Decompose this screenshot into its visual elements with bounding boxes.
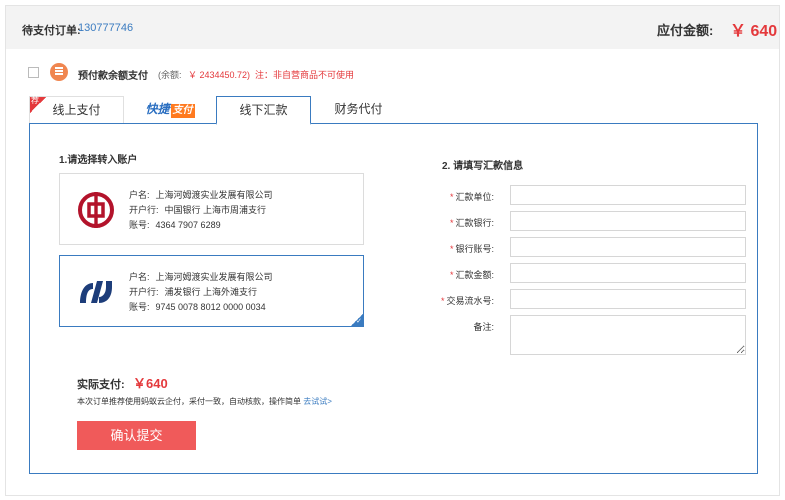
tab-finance-payment-label: 财务代付 <box>334 102 383 116</box>
quick-pay-logo-icon: 快捷 支付 <box>145 101 195 118</box>
remark-textarea[interactable] <box>510 315 746 355</box>
remark-label-text: 备注: <box>473 322 494 332</box>
wallet-icon <box>50 63 68 81</box>
recommend-tip-text: 本次订单推荐使用蚂蚁云企付，采付一致，自动核款，操作简单 <box>77 397 304 406</box>
prepay-title: 预付款余额支付 <box>78 71 148 82</box>
account-number: 4364 7907 6289 <box>155 220 221 230</box>
bank-account-label-text: 银行账号: <box>455 244 494 254</box>
amount-due-value: ￥ 640 <box>730 23 778 40</box>
account-name: 上海河姆渡实业发展有限公司 <box>155 272 273 282</box>
required-mark: * <box>449 218 454 228</box>
tab-offline-transfer[interactable]: 线下汇款 <box>216 96 311 125</box>
tab-online-payment-label: 线上支付 <box>52 103 101 117</box>
order-label: 待支付订单: <box>22 25 81 37</box>
account-number-key: 账号: <box>129 302 150 312</box>
remit-amount-label-text: 汇款金额: <box>455 270 494 280</box>
serial-number-input[interactable] <box>510 289 746 309</box>
amount-due-label: 应付金额: <box>657 23 714 38</box>
selected-check-icon: ✓ <box>351 314 363 326</box>
remitter-input[interactable] <box>510 185 746 205</box>
account-name: 上海河姆渡实业发展有限公司 <box>155 190 273 200</box>
account-bank: 浦发银行 上海外滩支行 <box>164 287 258 297</box>
actual-payment-value: ￥640 <box>133 376 168 391</box>
prepay-option: 预付款余额支付 (余额: ￥ 2434450.72) 注：非自营商品不可使用 <box>28 63 728 85</box>
form-row-serial: * 交易流水号: <box>420 289 750 311</box>
required-mark: * <box>449 244 454 254</box>
remit-bank-input[interactable] <box>510 211 746 231</box>
remit-bank-label: * 汇款银行: <box>450 216 494 229</box>
form-row-amount: * 汇款金额: <box>420 263 750 285</box>
form-row-remark: 备注: <box>420 315 750 357</box>
form-row-remitter: * 汇款单位: <box>420 185 750 207</box>
offline-transfer-panel: 1.请选择转入账户 户名: 上海河姆渡实业发展有限公司 开户行: 中国银行 上海市周… <box>29 123 758 474</box>
account-card-boc[interactable]: 户名: 上海河姆渡实业发展有限公司 开户行: 中国银行 上海市周浦支行 账号: 436… <box>59 173 364 245</box>
remit-amount-label: * 汇款金额: <box>450 268 494 281</box>
quick-pay-logo-text: 快捷 <box>145 102 170 116</box>
tab-online-payment[interactable]: 荐 线上支付 <box>29 96 124 123</box>
account-card-spdb[interactable]: 户名: 上海河姆渡实业发展有限公司 开户行: 浦发银行 上海外滩支行 账号: 9745… <box>59 255 364 327</box>
serial-number-label: * 交易流水号: <box>441 294 494 307</box>
recommend-tip: 本次订单推荐使用蚂蚁云企付，采付一致，自动核款，操作简单 去试试> <box>77 396 332 407</box>
remittance-info-title: 2. 请填写汇款信息 <box>442 161 524 172</box>
serial-number-label-text: 交易流水号: <box>446 296 494 306</box>
required-mark: * <box>449 192 454 202</box>
payment-container: 待支付订单: 130777746 应付金额: ￥ 640 预付款余额支付 (余额… <box>5 5 780 496</box>
account-bank: 中国银行 上海市周浦支行 <box>164 205 267 215</box>
prepay-balance-value: ￥ 2434450.72) <box>188 70 251 80</box>
remit-amount-input[interactable] <box>510 263 746 283</box>
bank-account-input[interactable] <box>510 237 746 257</box>
recommend-badge-text: 荐 <box>31 96 39 105</box>
boc-logo-icon <box>78 192 114 228</box>
select-account-title: 1.请选择转入账户 <box>59 155 138 166</box>
remitter-label-text: 汇款单位: <box>455 192 494 202</box>
account-bank-key: 开户行: <box>129 205 159 215</box>
payment-tabs: 荐 线上支付 快捷 支付 线下汇款 财务代付 <box>29 96 758 125</box>
confirm-submit-button[interactable]: 确认提交 <box>77 421 196 450</box>
account-number-key: 账号: <box>129 220 150 230</box>
prepay-balance-label: (余额: <box>158 70 182 80</box>
spdb-logo-icon <box>80 281 112 303</box>
required-mark: * <box>440 296 445 306</box>
tab-quick-payment[interactable]: 快捷 支付 <box>124 96 216 123</box>
tab-finance-payment[interactable]: 财务代付 <box>311 96 406 123</box>
quick-pay-logo-tag: 支付 <box>170 104 195 118</box>
order-number-link[interactable]: 130777746 <box>78 22 133 34</box>
remark-label: 备注: <box>471 320 494 333</box>
prepay-note: 注：非自营商品不可使用 <box>255 70 355 80</box>
bank-account-label: * 银行账号: <box>450 242 494 255</box>
prepay-checkbox[interactable] <box>28 67 39 78</box>
account-number: 9745 0078 8012 0000 0034 <box>155 302 266 312</box>
remitter-label: * 汇款单位: <box>450 190 494 203</box>
required-mark: * <box>449 270 454 280</box>
account-bank-key: 开户行: <box>129 287 159 297</box>
form-row-account: * 银行账号: <box>420 237 750 259</box>
try-it-link[interactable]: 去试试> <box>303 397 332 406</box>
order-bar: 待支付订单: 130777746 应付金额: ￥ 640 <box>6 6 779 49</box>
account-name-key: 户名: <box>129 272 150 282</box>
tab-offline-transfer-label: 线下汇款 <box>239 103 288 117</box>
form-row-bank: * 汇款银行: <box>420 211 750 233</box>
remit-bank-label-text: 汇款银行: <box>455 218 494 228</box>
account-name-key: 户名: <box>129 190 150 200</box>
actual-payment-label: 实际支付: <box>77 379 125 391</box>
